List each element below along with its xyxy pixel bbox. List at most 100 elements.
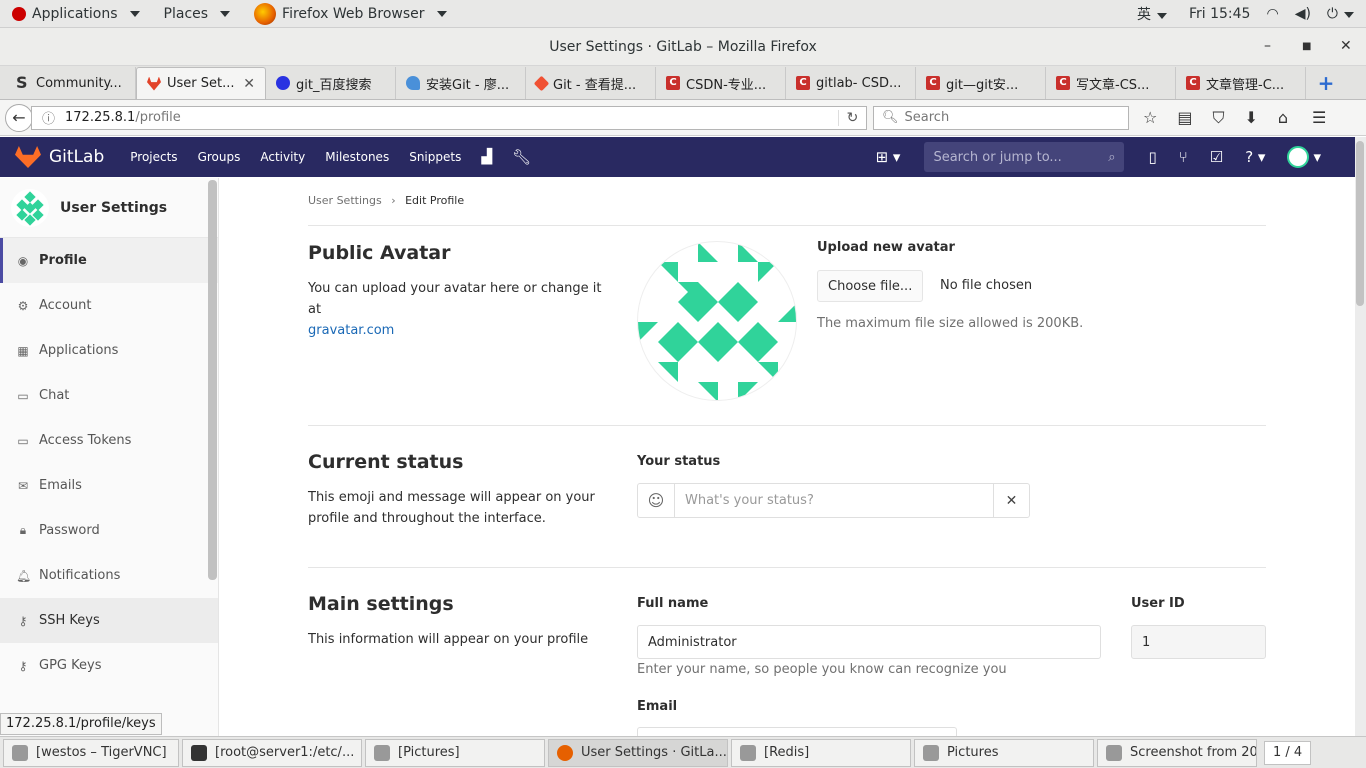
new-tab-button[interactable]: + <box>1306 67 1346 99</box>
sidebar-item-account[interactable]: ⚙ Account <box>0 283 218 328</box>
taskbar-item-screenshot[interactable]: Screenshot from 20... <box>1097 738 1257 767</box>
email-label: Email <box>637 699 678 714</box>
close-icon[interactable]: ✕ <box>1340 38 1352 54</box>
taskbar-item-tigervnc[interactable]: [westos – TigerVNC] <box>3 738 179 767</box>
clock[interactable]: Fri 15:45 <box>1189 6 1250 22</box>
tab-csdn-4[interactable]: C 写文章-CS... <box>1046 67 1176 99</box>
url-bar[interactable]: ⓘ 172.25.8.1/profile ↻ <box>31 105 867 130</box>
sidebar-item-notifications[interactable]: 🔔︎ Notifications <box>0 553 218 598</box>
info-icon[interactable]: ⓘ <box>42 108 55 127</box>
user-id-input[interactable]: 1 <box>1131 625 1266 659</box>
user-menu-button[interactable]: ▾ <box>1287 146 1321 168</box>
tab-community[interactable]: S Community... <box>6 67 136 99</box>
power-icon[interactable]: ⏻ <box>1327 6 1354 22</box>
reload-icon[interactable]: ↻ <box>838 109 866 126</box>
browser-search-input[interactable]: 🔍︎ Search <box>873 105 1129 130</box>
csdn-icon: C <box>1056 76 1070 90</box>
tab-user-settings[interactable]: User Set... ✕ <box>136 67 266 99</box>
sidebar-item-password[interactable]: 🔒︎ Password <box>0 508 218 553</box>
download-icon[interactable]: ⬇ <box>1244 108 1257 128</box>
nav-projects[interactable]: Projects <box>130 150 177 164</box>
taskbar-item-pictures-2[interactable]: Pictures <box>914 738 1094 767</box>
section-title-main-settings: Main settings <box>308 593 454 615</box>
nav-groups[interactable]: Groups <box>198 150 241 164</box>
status-message-input[interactable]: What's your status? <box>675 484 993 517</box>
nav-activity[interactable]: Activity <box>260 150 305 164</box>
nav-milestones[interactable]: Milestones <box>325 150 389 164</box>
chart-icon[interactable]: ▟ <box>481 149 492 165</box>
sidebar-item-gpg-keys[interactable]: ⚷ GPG Keys <box>0 643 218 688</box>
status-input-group: ☺ What's your status? ✕ <box>637 483 1030 518</box>
nav-snippets[interactable]: Snippets <box>409 150 461 164</box>
window-taskbar: [westos – TigerVNC] [root@server1:/etc/.… <box>0 736 1366 768</box>
places-menu[interactable]: Places <box>152 0 243 28</box>
navigation-toolbar: ← ⓘ 172.25.8.1/profile ↻ 🔍︎ Search ☆ ▤ ⛉… <box>0 100 1366 136</box>
terminal-icon <box>191 744 207 761</box>
lock-icon: 🔒︎ <box>19 523 27 537</box>
gitlab-search-input[interactable]: Search or jump to... ⌕ <box>924 142 1125 172</box>
gitlab-brand[interactable]: GitLab <box>49 147 104 167</box>
reading-list-icon[interactable]: ▤ <box>1177 108 1192 128</box>
issues-icon[interactable]: ▯ <box>1148 148 1156 166</box>
sidebar-item-access-tokens[interactable]: ▭ Access Tokens <box>0 418 218 463</box>
firefox-icon <box>557 744 573 761</box>
tab-install-git[interactable]: 安装Git - 廖... <box>396 67 526 99</box>
workspace-pager[interactable]: 1 / 4 <box>1264 740 1312 765</box>
clear-status-button[interactable]: ✕ <box>993 484 1029 517</box>
key-icon: ⚷ <box>18 658 28 673</box>
tab-csdn-3[interactable]: Cgit—git安... <box>916 67 1046 99</box>
wrench-icon[interactable]: 🔧︎ <box>512 148 531 166</box>
merge-request-icon[interactable]: ⑂ <box>1179 148 1188 166</box>
new-item-dropdown-icon[interactable]: ⊞ ▾ <box>876 148 901 166</box>
sidebar-item-chat[interactable]: ▭ Chat <box>0 373 218 418</box>
volume-icon[interactable]: ◀) <box>1295 6 1311 22</box>
tab-csdn-2[interactable]: Cgitlab- CSD... <box>786 67 916 99</box>
gitlab-logo-icon[interactable] <box>15 146 41 168</box>
firefox-app-menu[interactable]: Firefox Web Browser <box>242 0 459 28</box>
max-file-size-hint: The maximum file size allowed is 200KB. <box>817 316 1084 331</box>
tab-git-docs[interactable]: Git - 查看提... <box>526 67 656 99</box>
choose-file-button[interactable]: Choose file... <box>817 270 924 302</box>
tab-csdn-1[interactable]: C CSDN-专业... <box>656 67 786 99</box>
gravatar-link[interactable]: gravatar.com <box>308 320 618 341</box>
hamburger-menu-icon[interactable]: ☰ <box>1312 108 1326 128</box>
taskbar-item-firefox[interactable]: User Settings · GitLa... <box>548 738 728 767</box>
minimize-icon[interactable]: – <box>1264 38 1271 54</box>
git-icon <box>533 75 550 91</box>
sidebar-scrollbar[interactable] <box>208 180 217 580</box>
taskbar-item-pictures-1[interactable]: [Pictures] <box>365 738 545 767</box>
tab-baidu[interactable]: git_百度搜索 <box>266 67 396 99</box>
firefox-icon <box>254 2 277 25</box>
breadcrumb-parent[interactable]: User Settings <box>308 194 382 207</box>
page-scrollbar-thumb[interactable] <box>1356 141 1364 306</box>
full-name-input[interactable]: Administrator <box>637 625 1101 659</box>
todo-icon[interactable]: ☑ <box>1210 148 1223 166</box>
sidebar-item-profile[interactable]: ◉ Profile <box>0 238 218 283</box>
close-icon: ✕ <box>1005 492 1018 509</box>
sidebar-item-applications[interactable]: ▦ Applications <box>0 328 218 373</box>
tab-close-icon[interactable]: ✕ <box>243 76 255 92</box>
applications-menu[interactable]: Applications <box>0 0 152 28</box>
search-icon: 🔍︎ <box>882 110 899 125</box>
taskbar-item-redis[interactable]: [Redis] <box>731 738 911 767</box>
sidebar-item-emails[interactable]: ✉ Emails <box>0 463 218 508</box>
input-method-indicator[interactable]: 英 <box>1137 4 1167 24</box>
rocket-icon <box>406 76 420 90</box>
emoji-picker-button[interactable]: ☺ <box>638 484 675 517</box>
pocket-icon[interactable]: ⛉ <box>1212 108 1224 128</box>
help-icon[interactable]: ? ▾ <box>1245 148 1265 166</box>
bookmark-star-icon[interactable]: ☆ <box>1143 108 1157 128</box>
envelope-icon: ✉ <box>17 478 29 493</box>
back-button[interactable]: ← <box>5 103 33 132</box>
home-icon[interactable]: ⌂ <box>1278 108 1288 128</box>
maximize-icon[interactable]: ■ <box>1302 41 1311 52</box>
sidebar-header[interactable]: User Settings <box>0 178 218 238</box>
smiley-icon: ☺ <box>647 491 665 510</box>
s-icon: S <box>16 73 28 92</box>
csdn-icon: C <box>796 76 810 90</box>
sidebar-item-ssh-keys[interactable]: ⚷ SSH Keys <box>0 598 218 643</box>
wifi-icon[interactable]: ◠ <box>1266 6 1278 22</box>
tab-csdn-5[interactable]: C 文章管理-C... <box>1176 67 1306 99</box>
taskbar-item-terminal[interactable]: [root@server1:/etc/... <box>182 738 362 767</box>
redhat-icon <box>12 6 26 21</box>
